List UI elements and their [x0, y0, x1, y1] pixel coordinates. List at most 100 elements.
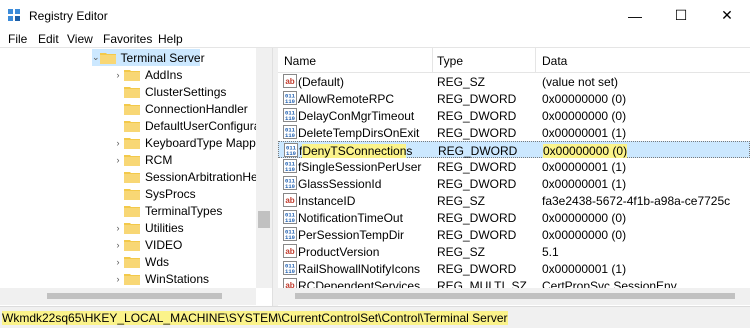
value-name: fSingleSessionPerUser: [298, 160, 422, 174]
tree-item[interactable]: › VIDEO: [112, 236, 183, 253]
chevron-right-icon[interactable]: ›: [112, 274, 124, 284]
value-type: REG_SZ: [437, 245, 486, 259]
folder-icon: [124, 103, 140, 115]
value-type: REG_DWORD: [437, 228, 517, 242]
tree-item[interactable]: › Utilities: [112, 219, 184, 236]
tree-item[interactable]: ConnectionHandler: [112, 100, 248, 117]
value-row[interactable]: 011 110 DeleteTempDirsOnExit REG_DWORD 0x000…: [278, 124, 750, 141]
value-data: 0x00000000 (0): [542, 109, 627, 123]
svg-text:110: 110: [285, 268, 295, 275]
chevron-right-icon[interactable]: ›: [112, 257, 124, 267]
column-divider[interactable]: [432, 48, 433, 72]
value-type: REG_DWORD: [437, 92, 517, 106]
chevron-right-icon[interactable]: ›: [112, 155, 124, 165]
folder-icon: [124, 86, 140, 98]
menu-favorites[interactable]: Favorites: [103, 32, 152, 46]
value-row[interactable]: 011 110 RailShowallNotifyIcons REG_DWORD 0x0…: [278, 260, 750, 277]
column-name[interactable]: Name: [284, 54, 316, 68]
chevron-right-icon[interactable]: ›: [112, 240, 124, 250]
binary-value-icon: 011 110: [283, 261, 297, 275]
value-row[interactable]: ab InstanceID REG_SZ fa3e2438-5672-4f1b-a98…: [278, 192, 750, 209]
tree-item[interactable]: SessionArbitrationHelper: [112, 168, 272, 185]
binary-value-icon: 011 110: [283, 210, 297, 224]
value-data: 0x00000000 (0): [542, 92, 627, 106]
folder-icon: [124, 205, 140, 217]
value-row[interactable]: 011 110 DelayConMgrTimeout REG_DWORD 0x00000…: [278, 107, 750, 124]
value-row[interactable]: ab RCDependentServices REG_MULTI_SZ CertPro…: [278, 277, 750, 288]
tree-scroll-thumb[interactable]: [258, 211, 270, 228]
value-type: REG_DWORD: [437, 211, 517, 225]
tree-item[interactable]: SysProcs: [112, 185, 196, 202]
folder-icon: [124, 120, 140, 132]
tree-item[interactable]: › AddIns: [112, 66, 183, 83]
tree-vertical-scrollbar[interactable]: [256, 48, 272, 288]
binary-value-icon: 011 110: [283, 125, 297, 139]
value-name: DelayConMgrTimeout: [298, 109, 415, 123]
column-type[interactable]: Type: [437, 54, 463, 68]
window-title: Registry Editor: [29, 9, 108, 23]
folder-icon: [124, 256, 140, 268]
value-data: 0x00000001 (1): [542, 160, 627, 174]
tree-item[interactable]: › RCM: [112, 151, 173, 168]
value-name: PerSessionTempDir: [298, 228, 405, 242]
folder-icon: [124, 273, 140, 285]
folder-icon: [124, 188, 140, 200]
menu-edit[interactable]: Edit: [38, 32, 59, 46]
close-button[interactable]: ✕: [704, 0, 750, 31]
value-row[interactable]: ab ProductVersion REG_SZ 5.1: [278, 243, 750, 260]
value-type: REG_SZ: [437, 75, 486, 89]
chevron-right-icon[interactable]: ›: [112, 138, 124, 148]
list-hscroll-thumb[interactable]: [295, 293, 735, 299]
tree-item-label: AddIns: [145, 67, 183, 82]
minimize-button[interactable]: —: [612, 0, 658, 31]
value-row[interactable]: 011 110 GlassSessionId REG_DWORD 0x00000001 …: [278, 175, 750, 192]
tree-hscroll-thumb[interactable]: [47, 293, 222, 299]
value-row[interactable]: ab (Default) REG_SZ (value not set): [278, 73, 750, 90]
value-row[interactable]: 011 110 AllowRemoteRPC REG_DWORD 0x00000000 …: [278, 90, 750, 107]
tree-item[interactable]: › KeyboardType Mapping: [112, 134, 272, 151]
folder-icon: [124, 222, 140, 234]
value-type: REG_DWORD: [437, 109, 517, 123]
chevron-right-icon[interactable]: ›: [112, 70, 124, 80]
folder-icon: [124, 171, 140, 183]
binary-value-icon: 011 110: [283, 227, 297, 241]
registry-editor-icon: [8, 9, 20, 21]
tree-item[interactable]: DefaultUserConfiguratio: [112, 117, 272, 134]
menu-help[interactable]: Help: [158, 32, 183, 46]
value-type: REG_DWORD: [437, 177, 517, 191]
tree-item[interactable]: › WinStations: [112, 270, 210, 287]
tree-item[interactable]: ⌄ Terminal Server: [92, 49, 205, 66]
menu-view[interactable]: View: [67, 32, 93, 46]
value-type: REG_DWORD: [438, 144, 518, 158]
chevron-right-icon[interactable]: ›: [112, 223, 124, 233]
menu-file[interactable]: File: [8, 32, 27, 46]
tree-item-label: TerminalTypes: [145, 203, 223, 218]
svg-text:110: 110: [285, 166, 295, 173]
string-value-icon: ab: [283, 278, 297, 288]
tree-item[interactable]: ClusterSettings: [112, 83, 226, 100]
chevron-down-icon[interactable]: ⌄: [92, 52, 100, 63]
maximize-button[interactable]: ☐: [658, 0, 704, 31]
value-name: DeleteTempDirsOnExit: [298, 126, 420, 140]
value-row[interactable]: 011 110 NotificationTimeOut REG_DWORD 0x0000…: [278, 209, 750, 226]
minimize-icon: —: [628, 7, 642, 24]
value-row[interactable]: 011 110 fDenyTSConnections REG_DWORD 0x00000…: [278, 141, 750, 158]
close-icon: ✕: [721, 7, 733, 23]
tree-item[interactable]: › Wds: [112, 253, 170, 270]
binary-value-icon: 011 110: [284, 143, 298, 157]
column-data[interactable]: Data: [542, 54, 567, 68]
string-value-icon: ab: [283, 74, 297, 88]
tree-item-label: KeyboardType Mapping: [145, 135, 272, 150]
tree-item-label: ConnectionHandler: [145, 101, 248, 116]
value-row[interactable]: 011 110 PerSessionTempDir REG_DWORD 0x000000…: [278, 226, 750, 243]
column-divider[interactable]: [535, 48, 536, 72]
tree-item[interactable]: TerminalTypes: [112, 202, 222, 219]
value-name: (Default): [298, 75, 345, 89]
folder-icon: [99, 52, 116, 64]
registry-path: Wkmdk22sq65\HKEY_LOCAL_MACHINE\SYSTEM\Cu…: [2, 311, 508, 325]
value-row[interactable]: 011 110 fSingleSessionPerUser REG_DWORD 0x00…: [278, 158, 750, 175]
tree-item-label: Wds: [145, 254, 169, 269]
svg-text:ab: ab: [285, 77, 294, 86]
value-data: 0x00000000 (0): [542, 228, 627, 242]
value-name: GlassSessionId: [298, 177, 382, 191]
